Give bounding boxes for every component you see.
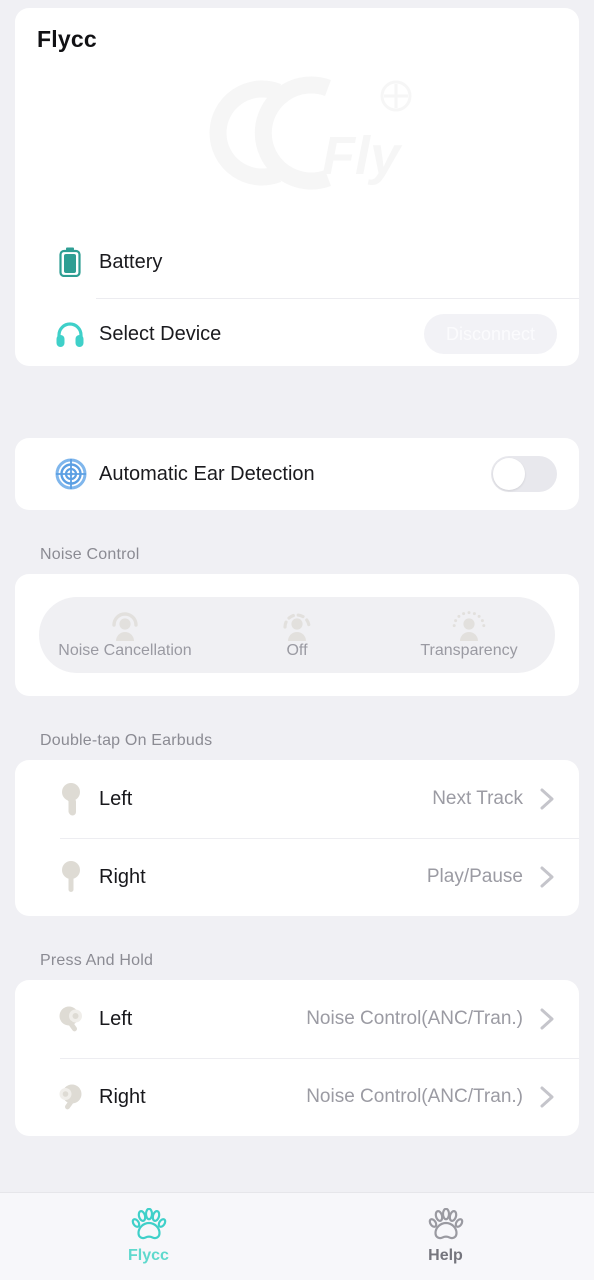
chevron-right-icon[interactable] [535, 1083, 559, 1111]
tab-flycc-label: Flycc [128, 1247, 169, 1264]
earbud-left-icon [55, 782, 87, 816]
tab-flycc[interactable]: Flycc [0, 1193, 297, 1280]
noise-control-segmented: Noise Cancellation Off Transparency [39, 597, 555, 673]
double-tap-right-label: Right [99, 865, 146, 888]
toggle-knob [493, 458, 525, 490]
press-hold-left-value: Noise Control(ANC/Tran.) [306, 1008, 523, 1029]
watermark-text: Fly [322, 126, 403, 186]
battery-icon [55, 246, 85, 278]
press-hold-right-label: Right [99, 1085, 146, 1108]
automatic-ear-detection-toggle[interactable] [491, 456, 557, 492]
noise-control-option-label: Transparency [420, 641, 518, 659]
earbud-press-right-icon [55, 1080, 87, 1114]
tab-help-label: Help [428, 1247, 463, 1264]
disconnect-button[interactable]: Disconnect [423, 314, 557, 354]
noise-control-option-transparency[interactable]: Transparency [383, 597, 555, 673]
automatic-ear-detection-row[interactable]: Automatic Ear Detection [15, 438, 579, 510]
paw-icon [428, 1207, 464, 1242]
noise-control-option-off[interactable]: Off [211, 597, 383, 673]
double-tap-right-row[interactable]: Right Play/Pause [15, 838, 579, 916]
select-device-label: Select Device [99, 322, 222, 345]
chevron-right-icon[interactable] [535, 785, 559, 813]
headphone-icon [55, 318, 85, 350]
off-person-icon [280, 611, 314, 641]
select-device-row[interactable]: Select Device Disconnect [15, 298, 579, 366]
tab-help[interactable]: Help [297, 1193, 594, 1280]
device-rows: Battery Select Device Disconnect [15, 226, 579, 366]
noise-control-option-label: Off [286, 641, 308, 659]
automatic-ear-detection-label: Automatic Ear Detection [99, 462, 315, 485]
page-title: Flycc [37, 26, 97, 52]
double-tap-right-value: Play/Pause [426, 866, 523, 887]
scroll-container[interactable]: Flycc Fly Battery Select Device Disconne… [0, 0, 594, 1192]
press-hold-card: Left Noise Control(ANC/Tran.) Right Nois… [15, 980, 579, 1136]
press-hold-left-row[interactable]: Left Noise Control(ANC/Tran.) [15, 980, 579, 1058]
double-tap-section-title: Double-tap On Earbuds [40, 732, 213, 749]
app-root: Flycc Fly Battery Select Device Disconne… [0, 0, 594, 1280]
paw-icon [131, 1207, 167, 1242]
double-tap-left-row[interactable]: Left Next Track [15, 760, 579, 838]
press-hold-left-label: Left [99, 1007, 133, 1030]
double-tap-card: Left Next Track Right Play/Pause [15, 760, 579, 916]
transparency-person-icon [452, 610, 486, 641]
cc-fly-logo-watermark: Fly [200, 66, 430, 201]
battery-label: Battery [99, 250, 163, 273]
chevron-right-icon[interactable] [535, 863, 559, 891]
press-hold-right-row[interactable]: Right Noise Control(ANC/Tran.) [15, 1058, 579, 1136]
anc-person-icon [108, 611, 142, 641]
chevron-right-icon[interactable] [535, 1005, 559, 1033]
earbud-press-left-icon [55, 1002, 87, 1036]
battery-row[interactable]: Battery [15, 226, 579, 298]
noise-control-option-cancellation[interactable]: Noise Cancellation [39, 597, 211, 673]
noise-control-card: Noise Cancellation Off Transparency [15, 574, 579, 696]
bottom-tab-bar: Flycc Help [0, 1192, 594, 1280]
press-hold-right-value: Noise Control(ANC/Tran.) [306, 1086, 523, 1107]
noise-control-option-label: Noise Cancellation [58, 641, 192, 659]
earbud-right-icon [55, 860, 87, 894]
double-tap-left-label: Left [99, 787, 133, 810]
radar-target-icon [55, 458, 87, 490]
double-tap-left-value: Next Track [432, 788, 523, 809]
device-card: Flycc Fly Battery Select Device Disconne… [15, 8, 579, 366]
noise-control-section-title: Noise Control [40, 546, 140, 563]
press-hold-section-title: Press And Hold [40, 952, 154, 969]
